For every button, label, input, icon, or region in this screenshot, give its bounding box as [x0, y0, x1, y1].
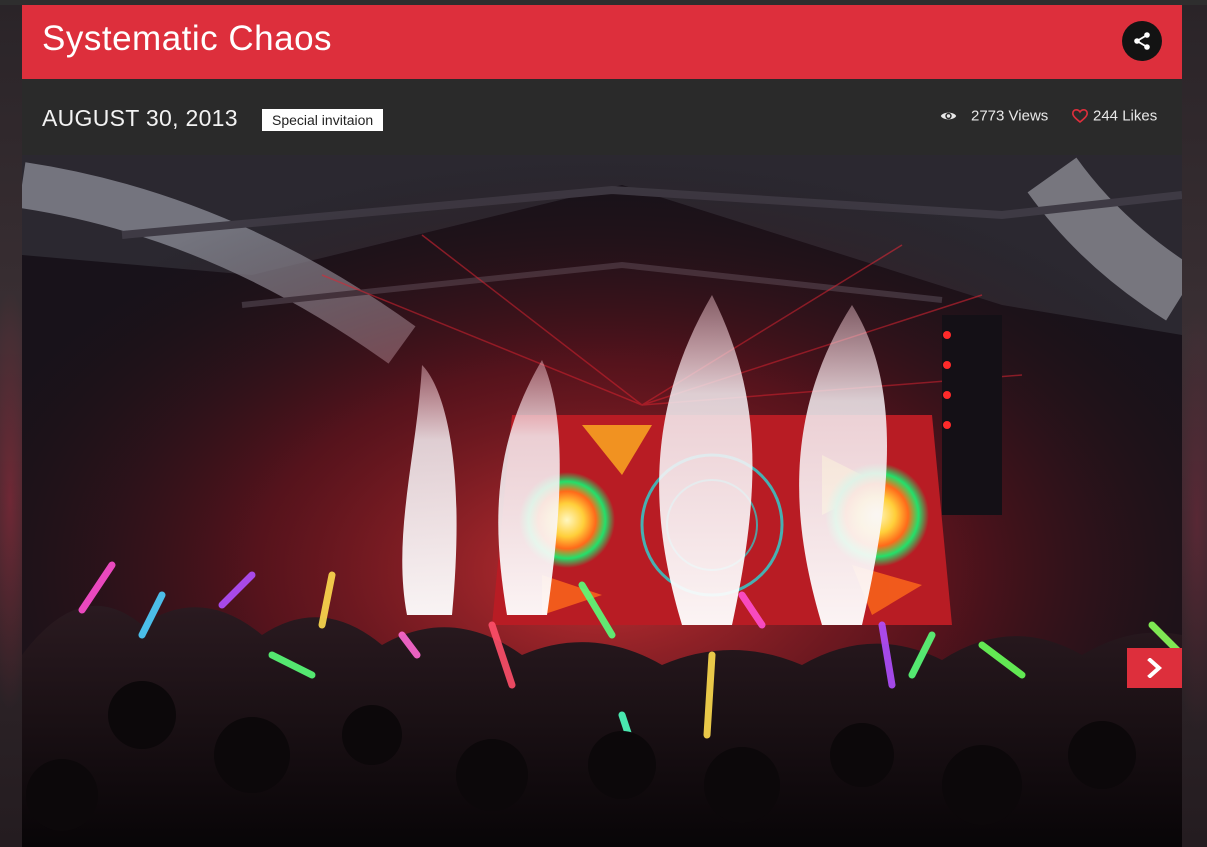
event-gallery: Systematic Chaos AUGUST 30, 2013 Special…: [22, 5, 1182, 847]
views-counter: 2773 Views: [940, 107, 1048, 127]
meta-bar: AUGUST 30, 2013 Special invitaion 2773 V…: [22, 79, 1182, 155]
next-photo-button[interactable]: [1127, 648, 1182, 688]
chevron-right-icon: [1147, 658, 1163, 678]
event-date: AUGUST 30, 2013: [42, 105, 238, 131]
like-button[interactable]: 244 Likes: [1072, 107, 1157, 127]
concert-photo: [22, 155, 1182, 847]
share-button[interactable]: [1122, 21, 1162, 61]
event-photo: [22, 155, 1182, 847]
views-count: 2773 Views: [971, 107, 1049, 125]
event-tag-badge[interactable]: Special invitaion: [262, 109, 384, 131]
heart-outline-icon: [1072, 109, 1088, 124]
title-bar: Systematic Chaos: [22, 5, 1182, 79]
event-title: Systematic Chaos: [42, 19, 333, 58]
eye-icon: [940, 112, 957, 120]
share-icon: [1134, 32, 1150, 50]
likes-count: 244 Likes: [1093, 107, 1158, 125]
